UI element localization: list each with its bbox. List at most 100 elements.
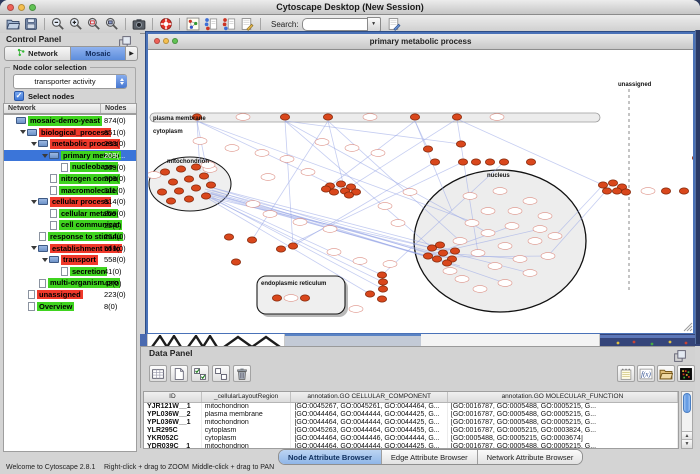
column-header[interactable]: annotation.GO CELLULAR_COMPONENT — [291, 392, 447, 402]
graph-node[interactable] — [377, 296, 386, 302]
graph-node-small[interactable] — [505, 223, 519, 230]
tree-row-cellular-metabo[interactable]: cellular metabo209(0) — [4, 208, 136, 220]
graph-node-small[interactable] — [345, 145, 359, 152]
network-graph[interactable]: plasma membranecytoplasmmitochondrionnuc… — [148, 50, 693, 333]
graph-node-small[interactable] — [471, 250, 485, 257]
graph-node[interactable] — [199, 173, 208, 179]
graph-node-small[interactable] — [193, 138, 207, 145]
graph-node-small[interactable] — [463, 193, 477, 200]
graph-node[interactable] — [272, 295, 281, 301]
graph-node[interactable] — [432, 256, 441, 262]
graph-node-small[interactable] — [327, 249, 341, 256]
table-row[interactable]: YKR052Ccytoplasm[GO:0044464, GO:0044446,… — [144, 435, 678, 443]
tree-row-macromolecule[interactable]: macromolecule311(0) — [4, 185, 136, 197]
graph-node-small[interactable] — [508, 208, 522, 215]
column-header[interactable]: annotation.GO MOLECULAR_FUNCTION — [448, 392, 678, 402]
disclosure-triangle-icon[interactable] — [41, 258, 49, 262]
graph-node[interactable] — [184, 196, 193, 202]
graph-node-small[interactable] — [513, 256, 527, 263]
tree-row-multi-organism-pro[interactable]: multi-organism pro42(0) — [4, 277, 136, 289]
graph-node-small[interactable] — [263, 211, 277, 218]
tree-row-cellular-process[interactable]: cellular process614(0) — [4, 196, 136, 208]
graph-node-small[interactable] — [353, 258, 367, 265]
disclosure-triangle-icon[interactable] — [30, 200, 38, 204]
graph-node[interactable] — [191, 185, 200, 191]
graph-node-small[interactable] — [453, 238, 467, 245]
graph-node[interactable] — [679, 188, 688, 194]
graph-node[interactable] — [612, 188, 621, 194]
matrix-icon[interactable] — [677, 365, 695, 382]
search-input[interactable] — [302, 18, 367, 31]
graph-node[interactable] — [184, 176, 193, 182]
column-header[interactable]: _cellularLayoutRegion — [202, 392, 292, 402]
graph-node[interactable] — [692, 155, 693, 161]
graph-node[interactable] — [423, 146, 432, 152]
graph-node-small[interactable] — [498, 243, 512, 250]
graph-node[interactable] — [377, 272, 386, 278]
graph-node-small[interactable] — [225, 145, 239, 152]
graph-node-small[interactable] — [455, 276, 469, 283]
network-canvas[interactable]: plasma membranecytoplasmmitochondrionnuc… — [148, 50, 693, 333]
zoom-in-icon[interactable] — [67, 16, 85, 32]
graph-node-small[interactable] — [349, 306, 363, 313]
graph-node[interactable] — [157, 189, 166, 195]
graph-node[interactable] — [598, 182, 607, 188]
graph-node[interactable] — [458, 159, 467, 165]
graph-node-small[interactable] — [548, 233, 562, 240]
notepad-icon[interactable] — [617, 365, 635, 382]
graph-node[interactable] — [499, 159, 508, 165]
select-nodes-checkbox[interactable]: ✓ — [14, 91, 24, 101]
graph-node[interactable] — [526, 159, 535, 165]
graph-node-small[interactable] — [236, 114, 250, 121]
graph-node-small[interactable] — [323, 226, 337, 233]
graph-node-small[interactable] — [391, 220, 405, 227]
graph-node-small[interactable] — [284, 295, 298, 302]
graph-node[interactable] — [602, 188, 611, 194]
tab-network-attribute-browser[interactable]: Network Attribute Browser — [478, 450, 583, 464]
graph-node-small[interactable] — [490, 114, 504, 121]
graph-node[interactable] — [450, 248, 459, 254]
vizmapper-icon[interactable] — [238, 16, 256, 32]
graph-node[interactable] — [423, 253, 432, 259]
graph-node-small[interactable] — [533, 226, 547, 233]
graph-node[interactable] — [471, 159, 480, 165]
graph-node[interactable] — [224, 234, 233, 240]
graph-node-small[interactable] — [528, 238, 542, 245]
graph-node[interactable] — [231, 259, 240, 265]
table-row[interactable]: YPL036W__1mitochondrion[GO:0044464, GO:0… — [144, 419, 678, 427]
attribute-table-icon[interactable] — [149, 365, 167, 382]
graph-node[interactable] — [176, 166, 185, 172]
tree-row-cell-communicat[interactable]: cell communicat22(0) — [4, 219, 136, 231]
graph-node[interactable] — [438, 250, 447, 256]
graph-node-small[interactable] — [498, 280, 512, 287]
graph-node[interactable] — [300, 295, 309, 301]
tab-overflow-arrow[interactable]: ▶ — [126, 47, 137, 60]
tree-row-overview[interactable]: Overview8(0) — [4, 301, 136, 313]
graph-node-small[interactable] — [641, 188, 655, 195]
graph-node-small[interactable] — [293, 219, 307, 226]
graph-node[interactable] — [430, 159, 439, 165]
graph-node-small[interactable] — [363, 114, 377, 121]
graph-node-small[interactable] — [523, 198, 537, 205]
disclosure-triangle-icon[interactable] — [30, 246, 38, 250]
graph-node[interactable] — [435, 242, 444, 248]
tree-row-transport[interactable]: transport558(0) — [4, 254, 136, 266]
tree-row-biological-process[interactable]: biological_process651(0) — [4, 127, 136, 139]
graph-node-small[interactable] — [261, 174, 275, 181]
scrollbar-thumb[interactable] — [683, 393, 691, 413]
graph-node-small[interactable] — [246, 201, 260, 208]
graph-node[interactable] — [206, 182, 215, 188]
graph-node[interactable] — [485, 159, 494, 165]
graph-node[interactable] — [378, 279, 387, 285]
select-attributes-icon[interactable] — [191, 365, 209, 382]
zoom-out-icon[interactable] — [49, 16, 67, 32]
zoom-selected-icon[interactable] — [85, 16, 103, 32]
table-scrollbar[interactable]: ▲ ▼ — [681, 391, 693, 449]
graph-node-small[interactable] — [541, 253, 555, 260]
graph-node-small[interactable] — [378, 203, 392, 210]
snapshot-icon[interactable] — [130, 16, 148, 32]
save-icon[interactable] — [22, 16, 40, 32]
disclosure-triangle-icon[interactable] — [30, 142, 38, 146]
graph-node-small[interactable] — [523, 270, 537, 277]
graph-node[interactable] — [166, 198, 175, 204]
